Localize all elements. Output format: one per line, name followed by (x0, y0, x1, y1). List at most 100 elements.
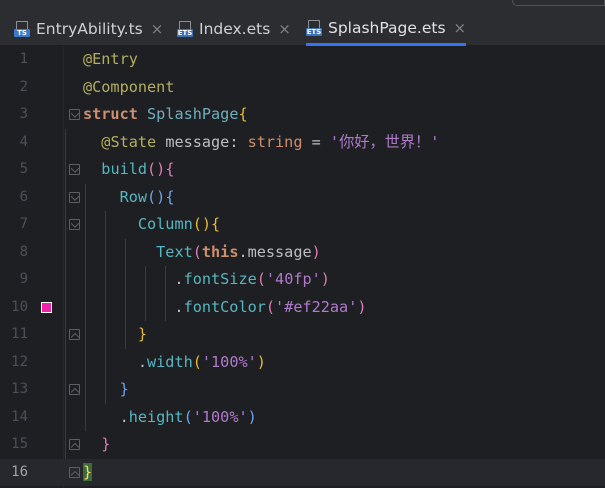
fold-close-icon[interactable] (69, 439, 80, 450)
file-ts-icon: TS (14, 21, 30, 37)
code-token: ) (256, 352, 266, 371)
code-token: ( (192, 242, 202, 261)
code-token: @Entry (83, 50, 138, 68)
fold-open-icon[interactable] (69, 219, 80, 230)
code-text: @Entry (83, 46, 138, 74)
line-number: 14 (11, 408, 28, 425)
code-line: 4 @State message: string = '你好，世界！' (0, 129, 605, 157)
code-token: { (238, 105, 248, 123)
code-token: Row (119, 187, 148, 206)
code-line: 1 @Entry (0, 46, 605, 74)
code-token: . (83, 270, 184, 288)
code-token: { (165, 160, 175, 178)
code-token: . (83, 407, 129, 426)
tab-label: EntryAbility.ts (36, 20, 143, 38)
editor-tab-bar: TS EntryAbility.ts × ETS Index.ets × ETS Splash… (0, 0, 605, 46)
toolbar-remnant (512, 0, 605, 6)
tab-splashpage-ets[interactable]: ETS SplashPage.ets × (306, 12, 467, 46)
code-token: ( (183, 407, 193, 426)
fold-close-icon[interactable] (69, 329, 80, 340)
fold-open-icon[interactable] (69, 109, 80, 120)
code-token: ( (192, 352, 202, 371)
close-tab-icon[interactable]: × (151, 20, 164, 38)
code-token: ) (247, 407, 257, 426)
code-token: message: (156, 132, 248, 151)
code-token: .message (238, 242, 312, 261)
fold-open-icon[interactable] (69, 164, 80, 175)
code-token: build (101, 160, 148, 178)
code-token: struct (83, 105, 138, 123)
code-text: Row(){ (83, 184, 175, 212)
fold-open-icon[interactable] (69, 191, 80, 203)
code-token: this (201, 242, 239, 261)
code-token: } (137, 325, 148, 343)
line-number: 3 (19, 106, 28, 122)
code-token: @State (101, 132, 157, 151)
code-token: Text (156, 242, 193, 261)
code-text: @Component (83, 74, 174, 102)
tab-index-ets[interactable]: ETS Index.ets × (177, 12, 291, 46)
code-line: 11 } (0, 321, 605, 349)
code-line: 8 Text(this.message) (0, 239, 605, 267)
line-number: 10 (11, 298, 28, 315)
code-token: () (147, 160, 166, 178)
line-number: 11 (11, 326, 28, 342)
code-text: @State message: string = '你好，世界！' (83, 129, 439, 157)
tab-label: Index.ets (199, 20, 271, 38)
tab-label: SplashPage.ets (328, 18, 446, 37)
code-token: ( (265, 297, 276, 316)
line-number: 8 (19, 243, 28, 260)
code-editor[interactable]: 1 @Entry 2 @Component 3 struct SplashPage{4 @… (0, 46, 605, 488)
line-number: 1 (19, 51, 28, 67)
code-text: .fontSize('40fp') (83, 266, 330, 294)
code-line: 14 .height('100%') (0, 404, 605, 432)
code-line: 2 @Component (0, 74, 605, 102)
code-text: } (83, 431, 110, 459)
code-token: '100%' (201, 352, 257, 371)
code-token: '#ef22aa' (275, 297, 358, 316)
code-text: } (83, 459, 93, 487)
close-tab-icon[interactable]: × (278, 20, 291, 38)
code-token: . (83, 352, 148, 371)
code-token: } (83, 462, 93, 481)
code-token: string (247, 132, 303, 151)
close-tab-icon[interactable]: × (454, 19, 467, 37)
code-token: } (119, 380, 129, 398)
fold-close-icon[interactable] (69, 384, 80, 395)
tab-entryability-ts[interactable]: TS EntryAbility.ts × (14, 12, 163, 46)
indent-guide (145, 266, 146, 321)
code-token: () (147, 187, 166, 206)
code-line: 15 } (0, 431, 605, 459)
indent-guide (65, 128, 66, 459)
line-number: 5 (19, 161, 28, 177)
color-swatch-icon[interactable] (41, 301, 52, 313)
file-ets-icon: ETS (177, 21, 193, 37)
code-line: 6 Row(){ (0, 184, 605, 212)
line-number: 9 (19, 271, 28, 287)
indent-guide (85, 183, 86, 431)
code-line: 5 build(){ (0, 156, 605, 184)
code-token: } (101, 435, 111, 453)
code-line: 12 .width('100%') (0, 349, 605, 377)
line-number: 12 (11, 353, 28, 370)
code-line: 3 struct SplashPage{ (0, 101, 605, 129)
code-token: { (211, 215, 221, 233)
code-line: 13 } (0, 376, 605, 404)
code-text: Column(){ (83, 211, 220, 239)
code-token: ) (311, 242, 321, 261)
code-line: 7 Column(){ (0, 211, 605, 239)
indent-guide (105, 211, 106, 404)
line-number: 4 (19, 133, 28, 150)
fold-close-icon[interactable] (69, 466, 80, 478)
code-token: '你好，世界！' (329, 132, 440, 151)
indent-guide (125, 238, 126, 349)
code-token: { (165, 187, 175, 206)
